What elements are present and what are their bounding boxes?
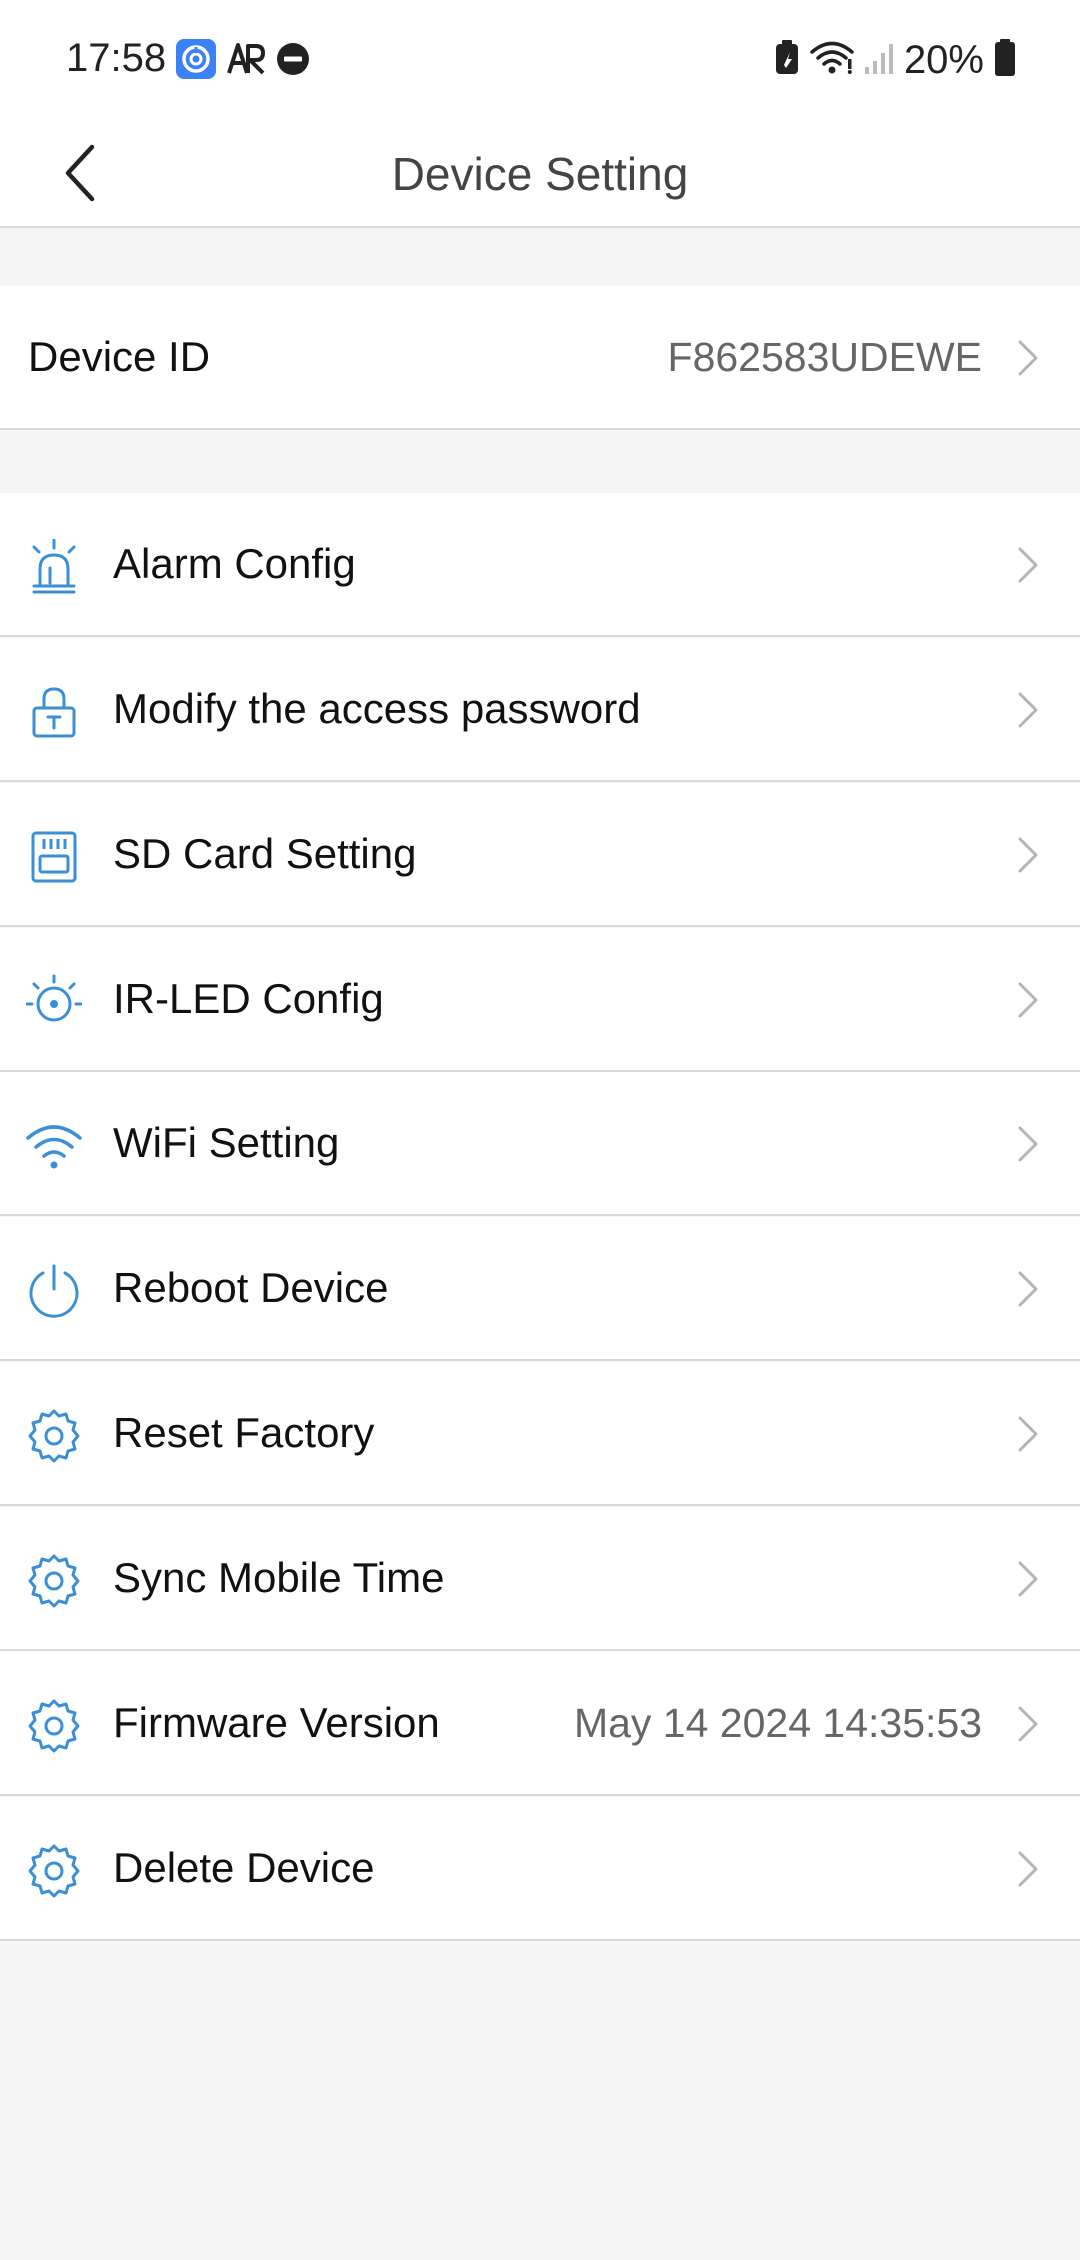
- device-setting-screen: 17:58 20% Device Setting Device ID F8625…: [0, 0, 1080, 2260]
- chevron-right-icon: [1018, 1126, 1038, 1162]
- sd-card-row[interactable]: SD Card Setting: [0, 783, 1080, 927]
- gear-icon: [26, 1408, 82, 1464]
- power-icon: [26, 1263, 82, 1319]
- device-id-row[interactable]: Device ID F862583UDEWE: [0, 286, 1080, 430]
- battery-percent: 20%: [903, 37, 984, 82]
- sd-card-icon: [26, 829, 82, 885]
- chevron-right-icon: [1018, 982, 1038, 1018]
- ir-led-icon: [26, 974, 82, 1030]
- page-title: Device Setting: [391, 148, 689, 200]
- ar-icon: [226, 41, 266, 82]
- header: Device Setting: [0, 122, 1080, 228]
- gear-icon: [26, 1698, 82, 1754]
- sd-card-label: SD Card Setting: [113, 830, 417, 877]
- device-id-value: F862583UDEWE: [667, 333, 982, 380]
- battery-icon: [994, 38, 1016, 82]
- wifi-icon: [810, 41, 854, 80]
- reboot-device-label: Reboot Device: [113, 1264, 389, 1311]
- wifi-icon: [26, 1118, 82, 1174]
- battery-saver-icon: [774, 39, 800, 81]
- firmware-version-value: May 14 2024 14:35:53: [573, 1699, 982, 1746]
- status-left-icons: [176, 38, 310, 84]
- wifi-setting-label: WiFi Setting: [113, 1119, 340, 1166]
- reboot-device-row[interactable]: Reboot Device: [0, 1217, 1080, 1361]
- status-right-icons: 20%: [774, 36, 1016, 84]
- do-not-disturb-icon: [276, 42, 310, 81]
- sync-mobile-time-row[interactable]: Sync Mobile Time: [0, 1507, 1080, 1651]
- chevron-right-icon: [1018, 1561, 1038, 1597]
- wifi-setting-row[interactable]: WiFi Setting: [0, 1072, 1080, 1216]
- chevron-right-icon: [1018, 1851, 1038, 1887]
- delete-device-row[interactable]: Delete Device: [0, 1797, 1080, 1941]
- chevron-right-icon: [1018, 837, 1038, 873]
- firmware-version-label: Firmware Version: [113, 1699, 440, 1746]
- firmware-version-row[interactable]: Firmware Version May 14 2024 14:35:53: [0, 1652, 1080, 1796]
- chevron-right-icon: [1018, 340, 1038, 376]
- reset-factory-label: Reset Factory: [113, 1409, 375, 1456]
- lock-icon: [26, 684, 82, 740]
- chevron-right-icon: [1018, 1271, 1038, 1307]
- ir-led-row[interactable]: IR-LED Config: [0, 928, 1080, 1072]
- gear-icon: [26, 1553, 82, 1609]
- chevron-right-icon: [1018, 547, 1038, 583]
- alarm-config-label: Alarm Config: [113, 540, 356, 587]
- access-password-label: Modify the access password: [113, 685, 641, 732]
- status-bar: 17:58 20%: [0, 0, 1080, 122]
- alarm-siren-icon: [26, 539, 82, 595]
- chevron-right-icon: [1018, 1416, 1038, 1452]
- status-time: 17:58: [66, 36, 167, 80]
- gear-icon: [26, 1843, 82, 1899]
- ir-led-label: IR-LED Config: [113, 975, 384, 1022]
- delete-device-label: Delete Device: [113, 1844, 375, 1891]
- cell-signal-icon: [864, 41, 894, 80]
- app-notification-icon: [176, 38, 216, 84]
- reset-factory-row[interactable]: Reset Factory: [0, 1362, 1080, 1506]
- chevron-right-icon: [1018, 1706, 1038, 1742]
- device-id-label: Device ID: [28, 333, 211, 380]
- chevron-right-icon: [1018, 692, 1038, 728]
- sync-mobile-time-label: Sync Mobile Time: [113, 1554, 445, 1601]
- alarm-config-row[interactable]: Alarm Config: [0, 493, 1080, 637]
- access-password-row[interactable]: Modify the access password: [0, 638, 1080, 782]
